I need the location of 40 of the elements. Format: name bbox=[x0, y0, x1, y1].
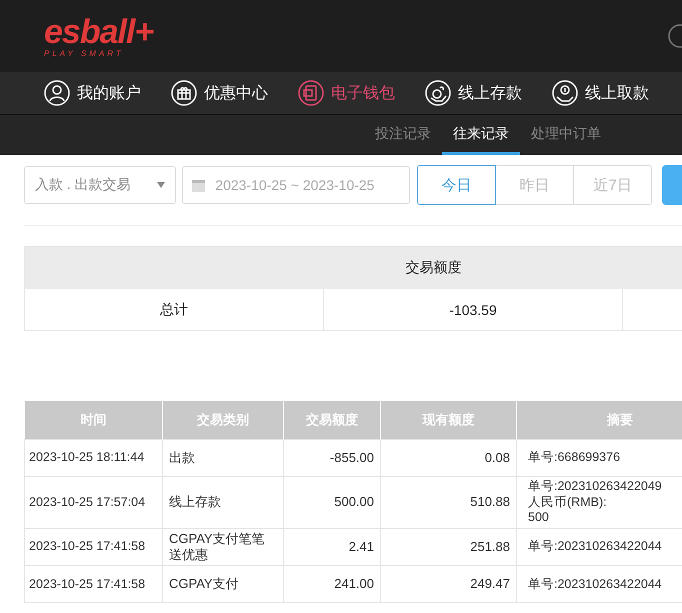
table-cell: 241.00 bbox=[284, 566, 380, 603]
table-cell: 单号:202310263422049 人民币(RMB): 500 bbox=[516, 476, 682, 528]
table-cell: 500.00 bbox=[284, 476, 380, 528]
table-cell: 2023-10-25 17:41:58 bbox=[24, 528, 162, 566]
table-cell: -103.59 bbox=[324, 289, 623, 330]
date-preset-button[interactable]: 今日 bbox=[417, 165, 496, 205]
table-cell: 249.47 bbox=[380, 566, 516, 603]
record-tab[interactable]: 往来记录 bbox=[442, 115, 520, 155]
nav-item[interactable]: 我的账户 bbox=[44, 80, 141, 106]
table-cell: 2.41 bbox=[284, 528, 380, 566]
caret-icon bbox=[157, 182, 166, 188]
table-cell: CGPAY支付笔笔送优惠 bbox=[162, 528, 284, 566]
table-cell: 线上存款 bbox=[162, 476, 284, 528]
nav-item[interactable]: 线上取款 bbox=[552, 80, 649, 106]
record-tab[interactable]: 处理中订单 bbox=[520, 115, 612, 155]
logo-tagline: PLAY SMART bbox=[44, 50, 125, 58]
table-cell: 251.88 bbox=[380, 528, 516, 566]
hand-coin-icon bbox=[425, 80, 451, 106]
nav-item[interactable]: 线上存款 bbox=[425, 80, 522, 106]
column-header: 交易额度 bbox=[406, 259, 462, 277]
date-range-field[interactable]: 2023-10-25 ~ 2023-10-25 bbox=[182, 166, 410, 204]
table-cell: 2023-10-25 18:11:44 bbox=[24, 440, 162, 476]
table-cell: 2023-10-25 17:41:58 bbox=[24, 566, 162, 603]
table-cell: 510.88 bbox=[380, 476, 516, 528]
transaction-type-select[interactable]: 入款 . 出款交易 bbox=[24, 166, 176, 204]
table-cell: 总计 bbox=[25, 289, 324, 330]
table-cell: 出款 bbox=[162, 440, 284, 476]
hand-dollar-icon bbox=[552, 80, 578, 106]
table-cell: 2023-10-25 17:57:04 bbox=[24, 476, 162, 528]
nav-item[interactable]: 优惠中心 bbox=[171, 80, 268, 106]
logo-text[interactable]: esball+ bbox=[44, 14, 154, 48]
table-cell: CGPAY支付 bbox=[162, 566, 284, 603]
nav-item[interactable]: 电子钱包 bbox=[298, 80, 395, 106]
calendar-icon bbox=[191, 178, 206, 192]
table-cell: -855.00 bbox=[284, 440, 380, 476]
table-cell: 0.08 bbox=[380, 440, 516, 476]
table-cell: 单号:668699376 bbox=[516, 440, 682, 476]
record-tab[interactable]: 投注记录 bbox=[364, 115, 442, 155]
gift-icon bbox=[171, 80, 197, 106]
wallet-icon bbox=[298, 80, 324, 106]
